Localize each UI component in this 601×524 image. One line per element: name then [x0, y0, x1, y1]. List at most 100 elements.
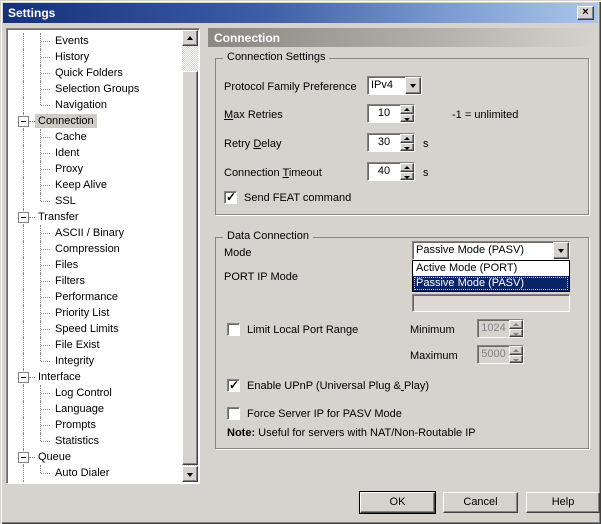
tree-item[interactable]: Connection [8, 113, 182, 129]
tree-item[interactable]: Queue [8, 449, 182, 465]
max-retries-value[interactable]: 10 [368, 105, 400, 122]
mode-option[interactable]: Active Mode (PORT) [413, 261, 569, 276]
tree-item[interactable]: Priority List [8, 305, 182, 321]
force-server-ip-label[interactable]: Force Server IP for PASV Mode [247, 408, 402, 420]
tree-item[interactable]: SSL [8, 193, 182, 209]
close-icon[interactable]: × [577, 6, 594, 20]
force-server-ip-checkbox[interactable] [227, 407, 240, 420]
spin-up-button[interactable] [400, 134, 414, 143]
tree-item-label[interactable]: Selection Groups [52, 82, 142, 96]
tree-item[interactable]: Proxy [8, 161, 182, 177]
tree-item-label[interactable]: Cache [52, 130, 90, 144]
mode-option[interactable]: Passive Mode (PASV) [413, 276, 569, 291]
spin-up-button[interactable] [400, 163, 414, 172]
feat-checkbox[interactable]: ✓ [224, 191, 237, 204]
ok-button[interactable]: OK [360, 492, 435, 513]
cancel-button[interactable]: Cancel [443, 492, 518, 513]
tree-item[interactable]: Speed Limits [8, 321, 182, 337]
tree-item-label[interactable]: Transfer [35, 210, 82, 224]
tree-item[interactable]: Backup [8, 481, 182, 482]
limit-port-range-checkbox[interactable] [227, 323, 240, 336]
tree-item-label[interactable]: Priority List [52, 306, 112, 320]
tree-item[interactable]: Prompts [8, 417, 182, 433]
tree-item-label[interactable]: Filters [52, 274, 88, 288]
tree-collapse-icon[interactable] [18, 372, 29, 383]
tree-item-label[interactable]: Statistics [52, 434, 102, 448]
retry-delay-value[interactable]: 30 [368, 134, 400, 151]
tree-scrollbar[interactable] [182, 30, 198, 482]
tree-item-label[interactable]: Integrity [52, 354, 97, 368]
tree-item[interactable]: Auto Dialer [8, 465, 182, 481]
tree-item[interactable]: Selection Groups [8, 81, 182, 97]
connection-timeout-stepper[interactable]: 40 [367, 162, 415, 181]
tree-guide [41, 441, 50, 442]
spin-up-button[interactable] [400, 105, 414, 114]
max-retries-stepper[interactable]: 10 [367, 104, 415, 123]
spin-down-button[interactable] [400, 143, 414, 152]
tree-collapse-icon[interactable] [18, 452, 29, 463]
limit-port-range-label[interactable]: Limit Local Port Range [247, 324, 358, 336]
tree-item-label[interactable]: Prompts [52, 418, 99, 432]
titlebar[interactable]: Settings × [3, 3, 598, 23]
upnp-checkbox[interactable]: ✓ [227, 379, 240, 392]
tree-item[interactable]: Statistics [8, 433, 182, 449]
protocol-dropdown-button[interactable] [405, 77, 421, 94]
tree-item-label[interactable]: Keep Alive [52, 178, 110, 192]
tree-item-label[interactable]: Connection [35, 114, 97, 128]
tree-item[interactable]: ASCII / Binary [8, 225, 182, 241]
tree-item-label[interactable]: SSL [52, 194, 79, 208]
tree-item[interactable]: Language [8, 401, 182, 417]
tree-item[interactable]: Integrity [8, 353, 182, 369]
tree-item-label[interactable]: Compression [52, 242, 123, 256]
tree-item-label[interactable]: Proxy [52, 162, 86, 176]
tree-collapse-icon[interactable] [18, 212, 29, 223]
tree-item[interactable]: Files [8, 257, 182, 273]
spin-down-button[interactable] [400, 114, 414, 123]
tree-item-label[interactable]: History [52, 50, 92, 64]
tree-item-label[interactable]: Navigation [52, 98, 110, 112]
tree-item[interactable]: Navigation [8, 97, 182, 113]
tree-item[interactable]: Cache [8, 129, 182, 145]
tree-item-label[interactable]: Auto Dialer [52, 466, 112, 480]
tree-item[interactable]: Quick Folders [8, 65, 182, 81]
tree-item-label[interactable]: Files [52, 258, 81, 272]
help-button[interactable]: Help [526, 492, 600, 513]
tree-item-label[interactable]: Quick Folders [52, 66, 126, 80]
tree-item-label[interactable]: Events [52, 34, 92, 48]
tree-collapse-icon[interactable] [18, 116, 29, 127]
tree-item[interactable]: Keep Alive [8, 177, 182, 193]
tree-item-label[interactable]: Speed Limits [52, 322, 122, 336]
protocol-family-select[interactable]: IPv4 [367, 76, 422, 95]
mode-select[interactable]: Passive Mode (PASV) [412, 241, 570, 260]
tree-item[interactable]: Interface [8, 369, 182, 385]
tree-item[interactable]: Compression [8, 241, 182, 257]
upnp-checkbox-label[interactable]: Enable UPnP (Universal Plug & Play) [247, 380, 429, 392]
scroll-up-button[interactable] [182, 30, 198, 46]
tree-item-label[interactable]: Interface [35, 370, 84, 384]
spinner-down-icon [513, 333, 519, 336]
tree-item-label[interactable]: ASCII / Binary [52, 226, 127, 240]
mode-dropdown-button[interactable] [553, 242, 569, 259]
scroll-thumb[interactable] [182, 71, 198, 465]
retry-delay-stepper[interactable]: 30 [367, 133, 415, 152]
tree-item[interactable]: History [8, 49, 182, 65]
tree-item-label[interactable]: Language [52, 402, 107, 416]
tree-item[interactable]: Transfer [8, 209, 182, 225]
feat-checkbox-label[interactable]: Send FEAT command [244, 192, 351, 204]
tree-item[interactable]: File Exist [8, 337, 182, 353]
tree-item-label[interactable]: File Exist [52, 338, 103, 352]
tree-item-label[interactable]: Performance [52, 290, 121, 304]
tree-item-label[interactable]: Log Control [52, 386, 115, 400]
spin-down-button[interactable] [400, 172, 414, 181]
scroll-down-button[interactable] [182, 466, 198, 482]
tree-item[interactable]: Ident [8, 145, 182, 161]
spinner-up-icon [404, 166, 410, 169]
tree-item[interactable]: Performance [8, 289, 182, 305]
tree-item[interactable]: Events [8, 33, 182, 49]
connection-timeout-value[interactable]: 40 [368, 163, 400, 180]
tree-item-label[interactable]: Queue [35, 450, 74, 464]
tree-item-label[interactable]: Ident [52, 146, 82, 160]
tree-item[interactable]: Log Control [8, 385, 182, 401]
spinner-down-icon [404, 118, 410, 121]
tree-item[interactable]: Filters [8, 273, 182, 289]
